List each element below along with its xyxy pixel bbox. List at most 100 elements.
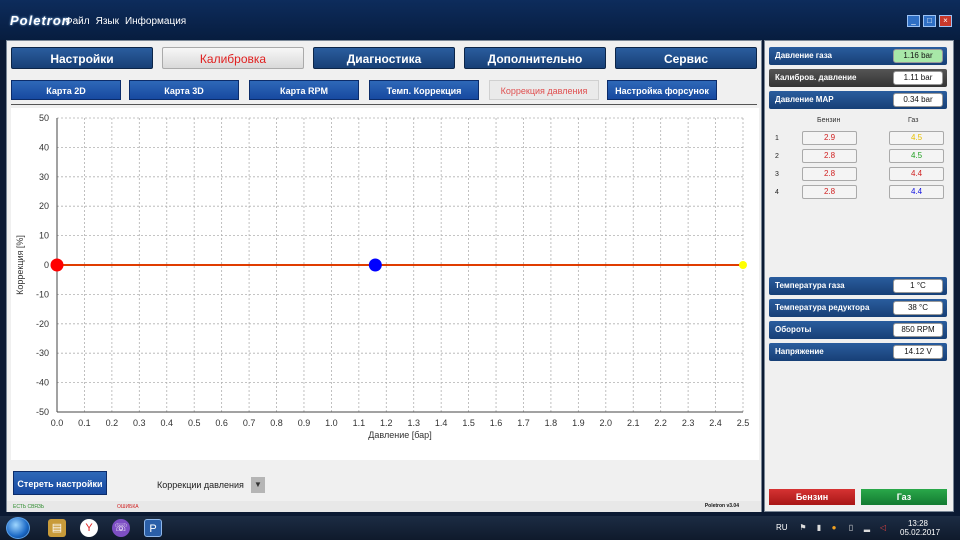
signal-icon[interactable]: ▂ [862, 523, 872, 533]
x-tick-label: 1.3 [407, 418, 420, 428]
tab-additional[interactable]: Дополнительно [464, 47, 606, 69]
x-tick-label: 2.4 [709, 418, 722, 428]
x-tick-label: 2.0 [600, 418, 613, 428]
reading-gas-temperature: Температура газа 1 °C [769, 277, 947, 295]
reading-label: Калибров. давление [775, 73, 857, 82]
app-logo: Poletron [10, 13, 71, 28]
x-axis-label: Давление [бар] [368, 430, 431, 440]
poletron-app-icon[interactable]: P [144, 519, 162, 537]
battery-icon[interactable]: ▯ [846, 523, 856, 533]
chart-area: 0.0 0.1 0.2 0.3 0.4 0.5 0.6 0.7 0.8 0.9 1.0 1.1 1.2 1… [11, 108, 759, 460]
minimize-button[interactable]: _ [907, 15, 920, 27]
volume-icon[interactable]: ◁ [878, 523, 888, 533]
file-explorer-icon[interactable]: ▤ [48, 519, 66, 537]
injector-gas-value: 4.4 [889, 185, 944, 199]
reading-gas-pressure: Давление газа 1.16 bar [769, 47, 947, 65]
x-tick-label: 0.4 [161, 418, 174, 428]
x-tick-label: 0.9 [298, 418, 311, 428]
y-tick-label: 10 [39, 231, 49, 241]
title-bar: Poletron Файл Язык Информация _ □ × [0, 0, 960, 40]
injector-petrol-value: 2.9 [802, 131, 857, 145]
divider [11, 104, 757, 105]
viber-icon[interactable]: ☏ [112, 519, 130, 537]
reading-label: Температура газа [775, 281, 845, 290]
subtab-pressure-correction[interactable]: Коррекция давления [489, 80, 599, 100]
x-tick-label: 0.1 [78, 418, 91, 428]
x-tick-label: 1.2 [380, 418, 393, 428]
switch-petrol-button[interactable]: Бензин [769, 489, 855, 505]
subtab-temp-correction[interactable]: Темп. Коррекция [369, 80, 479, 100]
reading-label: Температура редуктора [775, 303, 870, 312]
status-bar: ЕСТЬ СВЯЗЬ ОШИБКА Poletron v3.04 [7, 501, 761, 512]
reading-value: 14.12 V [893, 345, 943, 359]
clock-date: 05.02.2017 [900, 528, 941, 537]
tab-calibration[interactable]: Калибровка [162, 47, 304, 69]
close-button[interactable]: × [939, 15, 952, 27]
main-panel: Настройки Калибровка Диагностика Дополни… [6, 40, 762, 512]
error-status: ОШИБКА [117, 504, 139, 510]
clear-settings-button[interactable]: Стереть настройки [13, 471, 107, 495]
x-tick-label: 1.0 [325, 418, 338, 428]
x-tick-label: 0.7 [243, 418, 256, 428]
data-point [368, 258, 382, 272]
start-button[interactable] [6, 517, 30, 539]
app-tray-icon[interactable]: ● [829, 523, 839, 533]
injector-header-petrol: Бензин [817, 117, 841, 124]
tab-diagnostics[interactable]: Диагностика [313, 47, 455, 69]
clock-time: 13:28 [907, 519, 929, 528]
network-icon[interactable]: ▮ [814, 523, 824, 533]
menu-language[interactable]: Язык [96, 16, 119, 27]
subtab-map-3d[interactable]: Карта 3D [129, 80, 239, 100]
subtab-map-2d[interactable]: Карта 2D [11, 80, 121, 100]
subtab-injector-settings[interactable]: Настройка форсунок [607, 80, 717, 100]
system-clock[interactable]: 13:28 05.02.2017 [900, 519, 941, 537]
reading-value: 850 RPM [893, 323, 943, 337]
x-tick-label: 1.4 [435, 418, 448, 428]
connection-status: ЕСТЬ СВЯЗЬ [13, 504, 45, 510]
reading-label: Давление MAP [775, 95, 834, 104]
injector-number: 3 [775, 171, 779, 178]
reading-label: Обороты [775, 325, 812, 334]
menu-file[interactable]: Файл [65, 16, 90, 27]
reading-value: 1 °C [893, 279, 943, 293]
injector-gas-value: 4.5 [889, 131, 944, 145]
reading-value: 1.16 bar [893, 49, 943, 63]
x-tick-label: 2.2 [654, 418, 667, 428]
bottom-toolbar: Стереть настройки Коррекции давления ▼ [11, 461, 759, 499]
menu-bar: Файл Язык Информация [65, 16, 186, 27]
data-point [50, 258, 64, 272]
x-tick-label: 0.6 [215, 418, 228, 428]
y-axis-label: Коррекция [%] [15, 235, 25, 295]
y-tick-label: 30 [39, 172, 49, 182]
chevron-down-icon[interactable]: ▼ [251, 477, 265, 493]
language-indicator[interactable]: RU [776, 523, 788, 532]
y-tick-label: -20 [36, 319, 49, 329]
x-tick-label: 0.0 [51, 418, 64, 428]
injector-header-gas: Газ [908, 117, 919, 124]
window-controls: _ □ × [907, 15, 952, 27]
pressure-correction-chart[interactable]: 0.0 0.1 0.2 0.3 0.4 0.5 0.6 0.7 0.8 0.9 1.0 1.1 1.2 1… [11, 108, 759, 460]
injector-gas-value: 4.5 [889, 149, 944, 163]
reading-reducer-temperature: Температура редуктора 38 °C [769, 299, 947, 317]
flag-icon[interactable]: ⚑ [798, 523, 808, 533]
x-tick-label: 1.6 [490, 418, 503, 428]
x-tick-label: 1.8 [545, 418, 558, 428]
subtab-map-rpm[interactable]: Карта RPM [249, 80, 359, 100]
x-tick-label: 2.5 [737, 418, 750, 428]
correction-select[interactable]: Коррекции давления ▼ [151, 476, 265, 494]
x-tick-label: 1.1 [353, 418, 366, 428]
tab-service[interactable]: Сервис [615, 47, 757, 69]
reading-map-pressure: Давление MAP 0.34 bar [769, 91, 947, 109]
y-tick-label: 50 [39, 113, 49, 123]
x-tick-label: 2.1 [627, 418, 640, 428]
tab-settings[interactable]: Настройки [11, 47, 153, 69]
y-tick-label: 0 [44, 260, 49, 270]
yandex-browser-icon[interactable]: Y [80, 519, 98, 537]
switch-gas-button[interactable]: Газ [861, 489, 947, 505]
x-tick-label: 0.3 [133, 418, 146, 428]
injector-petrol-value: 2.8 [802, 167, 857, 181]
maximize-button[interactable]: □ [923, 15, 936, 27]
injector-number: 1 [775, 135, 779, 142]
y-tick-label: -30 [36, 348, 49, 358]
menu-info[interactable]: Информация [125, 16, 186, 27]
